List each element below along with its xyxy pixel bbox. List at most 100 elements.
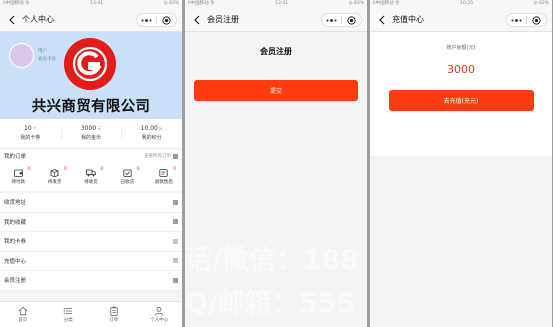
page-title: 会员注册 xyxy=(207,15,239,24)
chevron-right-icon xyxy=(173,238,178,244)
chevron-right-icon xyxy=(173,153,178,159)
more-icon[interactable] xyxy=(137,14,156,26)
order-count-badge: 0 xyxy=(100,167,104,172)
order-label: 退款售后 xyxy=(154,179,173,185)
status-bar: Il中国移动 令 10:35 ◎ 82% xyxy=(370,0,552,8)
profile-banner: 用户 会员卡号 共兴商贸有限公司 xyxy=(0,32,182,119)
nav-bar: 个人中心 xyxy=(0,8,182,32)
order-received[interactable]: 0 已收货 xyxy=(109,162,145,191)
company-logo xyxy=(64,38,116,90)
status-bar: Il中国移动 令 13:41 ◎ 83% xyxy=(185,0,367,8)
nav-bar: 会员注册 xyxy=(185,8,367,32)
menu-label: 我的收藏 xyxy=(4,219,27,226)
clock: 13:41 xyxy=(275,1,289,6)
recharge-screen: Il中国移动 令 10:35 ◎ 82% 充值中心 账户余额(元) 3000 去… xyxy=(370,0,552,327)
mini-program-capsule xyxy=(506,13,547,27)
page-title: 个人中心 xyxy=(22,15,54,24)
user-name: 用户 xyxy=(38,49,47,54)
chevron-right-icon xyxy=(173,199,178,205)
stat-coupons[interactable]: 10个 我的卡券 xyxy=(0,119,61,147)
box-check-icon xyxy=(123,169,132,177)
menu-label: 充值中心 xyxy=(4,258,27,265)
back-arrow-icon[interactable] xyxy=(185,8,207,32)
register-screen: Il中国移动 令 13:41 ◎ 83% 会员注册 会员注册 提交 xyxy=(185,0,367,327)
order-count-badge: 0 xyxy=(63,167,67,172)
battery-label: ◎ 83% xyxy=(163,1,179,6)
user-card-no: 会员卡号 xyxy=(38,57,56,62)
user-info[interactable]: 用户 会员卡号 xyxy=(9,43,56,68)
menu-item-address[interactable]: 收货地址 xyxy=(0,193,182,213)
close-target-icon[interactable] xyxy=(342,14,361,26)
balance-label: 账户余额(元) xyxy=(446,45,476,51)
close-target-icon[interactable] xyxy=(157,14,176,26)
order-refund[interactable]: 0 退款售后 xyxy=(146,162,182,191)
truck-icon xyxy=(86,169,96,176)
chevron-right-icon xyxy=(173,258,178,264)
menu-label: 收货地址 xyxy=(4,200,27,207)
recharge-button[interactable]: 去充值(充元) xyxy=(388,90,534,111)
clipboard-icon xyxy=(110,306,118,316)
stat-unit: 元 xyxy=(97,126,102,131)
view-all-orders-link[interactable]: 查看所有订单 xyxy=(144,153,178,159)
mini-program-capsule xyxy=(321,13,362,27)
orders-header: 我的订单 查看所有订单 xyxy=(0,150,182,162)
balance-value: 3000 xyxy=(447,63,475,76)
tab-label: 订单 xyxy=(109,318,119,323)
menu-label: 会员注册 xyxy=(4,278,27,285)
stat-value: 10.00 xyxy=(140,125,158,132)
menu-item-coupons[interactable]: 我的卡券 xyxy=(0,232,182,252)
order-label: 待付款 xyxy=(11,179,25,185)
tab-label: 首页 xyxy=(18,318,28,323)
tab-profile[interactable]: 个人中心 xyxy=(137,302,183,327)
tab-category[interactable]: 分类 xyxy=(46,302,92,327)
list-icon xyxy=(63,307,73,315)
order-to-ship[interactable]: 0 待发货 xyxy=(36,162,72,191)
order-to-receive[interactable]: 0 待收货 xyxy=(73,162,109,191)
menu-label: 我的卡券 xyxy=(4,239,27,246)
orders-title: 我的订单 xyxy=(4,154,27,160)
wallet-icon xyxy=(13,169,23,177)
order-label: 待发货 xyxy=(47,179,62,185)
menu-item-favorites[interactable]: 我的收藏 xyxy=(0,213,182,232)
menu-item-register[interactable]: 会员注册 xyxy=(0,271,182,291)
status-bar: Il中国移动 令 13:41 ◎ 83% xyxy=(0,0,182,8)
stat-coins[interactable]: 3000元 我的金币 xyxy=(60,119,122,147)
tab-home[interactable]: 首页 xyxy=(0,302,46,327)
back-arrow-icon[interactable] xyxy=(0,8,22,32)
register-heading: 会员注册 xyxy=(260,47,292,56)
company-name: 共兴商贸有限公司 xyxy=(31,99,151,115)
tab-label: 分类 xyxy=(63,318,73,323)
stat-value: 10 xyxy=(24,125,32,132)
close-target-icon[interactable] xyxy=(527,14,546,26)
refund-icon xyxy=(159,168,168,177)
stat-points[interactable]: 10.00分 我的积分 xyxy=(121,119,182,147)
more-icon[interactable] xyxy=(507,14,526,26)
stat-label: 我的积分 xyxy=(141,135,162,141)
stat-unit: 分 xyxy=(158,126,163,131)
tab-bar: 首页 分类 订单 个人中心 xyxy=(0,301,182,327)
battery-label: ◎ 83% xyxy=(348,1,364,6)
user-icon xyxy=(155,306,164,316)
order-label: 待收货 xyxy=(84,179,98,185)
profile-menu: 收货地址 我的收藏 我的卡券 充值中心 会员注册 xyxy=(0,193,182,291)
back-arrow-icon[interactable] xyxy=(370,8,392,32)
order-label: 已收货 xyxy=(120,179,135,185)
stat-label: 我的卡券 xyxy=(20,135,41,141)
stat-unit: 个 xyxy=(32,126,37,131)
tab-orders[interactable]: 订单 xyxy=(91,302,137,327)
page-title: 充值中心 xyxy=(392,15,424,24)
profile-screen: Il中国移动 令 13:41 ◎ 83% 个人中心 用户 会员卡号 共兴商贸有限… xyxy=(0,0,182,327)
mini-program-capsule xyxy=(136,13,177,27)
tab-label: 个人中心 xyxy=(150,318,169,323)
order-count-badge: 0 xyxy=(136,167,140,172)
order-count-badge: 0 xyxy=(173,167,177,172)
home-icon xyxy=(18,306,28,316)
avatar[interactable] xyxy=(9,43,34,68)
stat-label: 我的金币 xyxy=(81,135,102,141)
submit-button[interactable]: 提交 xyxy=(194,80,358,101)
nav-bar: 充值中心 xyxy=(370,8,552,32)
order-pending-payment[interactable]: 0 待付款 xyxy=(0,162,36,191)
menu-item-recharge[interactable]: 充值中心 xyxy=(0,252,182,271)
chevron-right-icon xyxy=(173,219,178,225)
more-icon[interactable] xyxy=(322,14,341,26)
